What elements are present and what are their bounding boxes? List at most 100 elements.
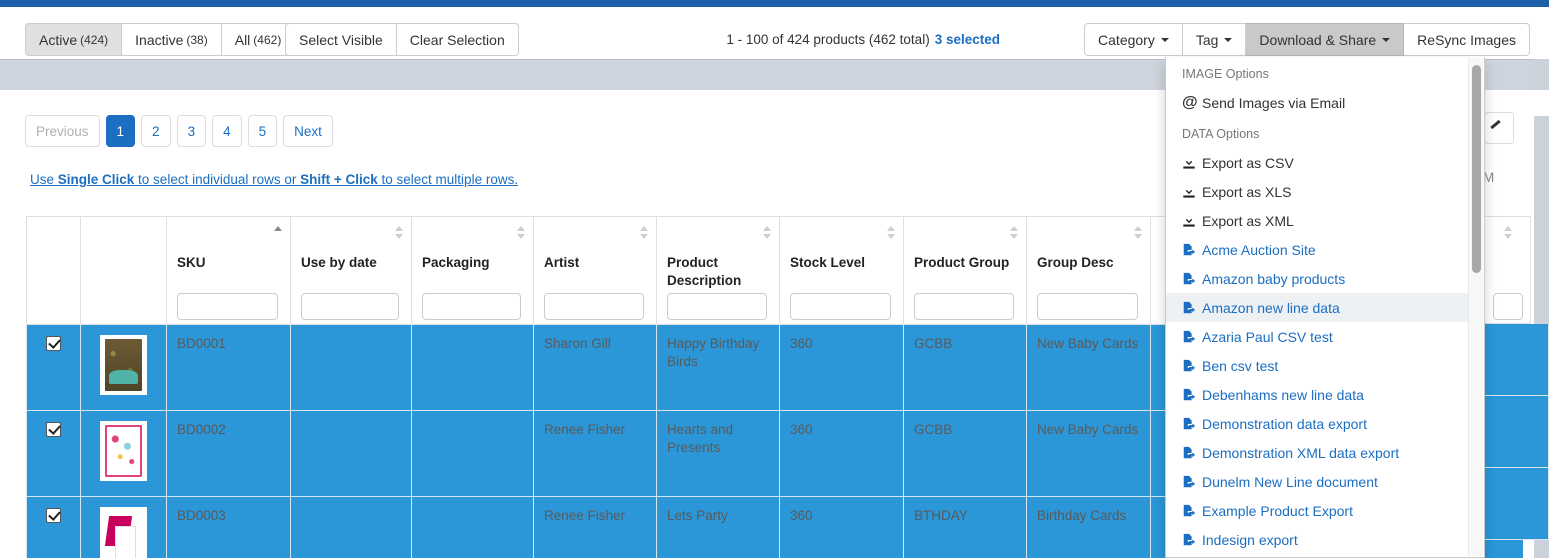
cell-product-group[interactable]: GCBB — [903, 410, 1027, 497]
cell-stock-level[interactable]: 360 — [779, 324, 904, 411]
menu-item-dunelm-new-line-document[interactable]: Dunelm New Line document — [1166, 467, 1468, 496]
row-checkbox[interactable] — [46, 508, 61, 524]
sort-icon[interactable] — [886, 226, 895, 239]
cell-sku[interactable]: BD0003 — [166, 496, 291, 558]
menu-item-send-images-via-email[interactable]: @ Send Images via Email — [1166, 88, 1468, 117]
column-header-use-by-date[interactable]: Use by date — [290, 216, 412, 325]
column-header-product-group[interactable]: Product Group — [903, 216, 1027, 325]
edit-columns-button[interactable] — [1484, 112, 1514, 144]
column-header-sku[interactable]: SKU — [166, 216, 291, 325]
column-header-stock-level[interactable]: Stock Level — [779, 216, 904, 325]
selection-hint[interactable]: Use Single Click to select individual ro… — [30, 172, 518, 187]
status-filter-count: (424) — [80, 32, 109, 47]
column-filter-input-artist[interactable] — [544, 293, 644, 320]
row-thumbnail-cell[interactable] — [80, 410, 167, 497]
menu-item-demonstration-xml-data-export[interactable]: Demonstration XML data export — [1166, 438, 1468, 467]
cell-product-description[interactable]: Hearts and Presents — [656, 410, 780, 497]
column-header-product-description[interactable]: Product Description — [656, 216, 780, 325]
row-checkbox[interactable] — [46, 336, 61, 352]
cell-product-group[interactable]: BTHDAY — [903, 496, 1027, 558]
menu-item-azaria-paul-csv-test[interactable]: Azaria Paul CSV test — [1166, 322, 1468, 351]
cell-stock-level[interactable]: 360 — [779, 496, 904, 558]
cell-packaging[interactable] — [411, 496, 534, 558]
cell-sku[interactable]: BD0001 — [166, 324, 291, 411]
side-column-filter-input[interactable] — [1493, 293, 1523, 320]
column-filter-input-product-group[interactable] — [914, 293, 1014, 320]
column-filter-input-packaging[interactable] — [422, 293, 521, 320]
cell-group-desc[interactable]: New Baby Cards — [1026, 410, 1151, 497]
cell-text: 360 — [790, 508, 813, 523]
selected-count-text: 3 selected — [934, 32, 1000, 47]
pagination-page-3-button[interactable]: 3 — [176, 115, 207, 147]
menu-item-indesign-export[interactable]: Indesign export — [1166, 525, 1468, 554]
pagination-page-4-button[interactable]: 4 — [212, 115, 242, 147]
menu-scrollbar-thumb[interactable] — [1472, 65, 1481, 273]
column-filter-input-use-by-date[interactable] — [301, 293, 399, 320]
cell-packaging[interactable] — [411, 324, 534, 411]
pagination-page-5-button[interactable]: 5 — [247, 115, 278, 147]
category-button[interactable]: Category — [1084, 23, 1183, 56]
select-visible-button[interactable]: Select Visible — [285, 23, 397, 56]
pagination-page-1-button[interactable]: 1 — [105, 115, 136, 147]
sort-icon[interactable] — [639, 226, 648, 239]
column-filter-input-product-description[interactable] — [667, 293, 767, 320]
cell-packaging[interactable] — [411, 410, 534, 497]
sort-icon[interactable] — [273, 226, 282, 239]
cell-artist[interactable]: Renee Fisher — [533, 496, 657, 558]
pagination-page-2-button[interactable]: 2 — [141, 115, 171, 147]
menu-item-export-as-xls[interactable]: Export as XLS — [1166, 177, 1468, 206]
menu-item-amazon-baby-products[interactable]: Amazon baby products — [1166, 264, 1468, 293]
row-checkbox[interactable] — [46, 422, 61, 438]
sort-icon[interactable] — [394, 226, 403, 239]
cell-product-group[interactable]: GCBB — [903, 324, 1027, 411]
cell-use-by-date[interactable] — [290, 410, 412, 497]
cell-sku[interactable]: BD0002 — [166, 410, 291, 497]
column-header-packaging[interactable]: Packaging — [411, 216, 534, 325]
menu-item-example-product-export[interactable]: Example Product Export — [1166, 496, 1468, 525]
cell-product-description[interactable]: Happy Birthday Birds — [656, 324, 780, 411]
menu-item-export-as-csv[interactable]: Export as CSV — [1166, 148, 1468, 177]
menu-scrollbar[interactable] — [1468, 58, 1483, 556]
cell-group-desc[interactable]: New Baby Cards — [1026, 324, 1151, 411]
menu-item-debenhams-new-line-data[interactable]: Debenhams new line data — [1166, 380, 1468, 409]
sort-icon[interactable] — [1503, 226, 1512, 239]
pagination-previous-button[interactable]: Previous — [25, 115, 100, 147]
column-filter-input-stock-level[interactable] — [790, 293, 891, 320]
row-select-cell[interactable] — [26, 324, 81, 411]
sort-icon[interactable] — [762, 226, 771, 239]
cell-product-description[interactable]: Lets Party — [656, 496, 780, 558]
pagination-next-button[interactable]: Next — [283, 115, 333, 147]
column-header-group-desc[interactable]: Group Desc — [1026, 216, 1151, 325]
menu-item-export-as-xml[interactable]: Export as XML — [1166, 206, 1468, 235]
cell-text: 360 — [790, 422, 813, 437]
row-select-cell[interactable] — [26, 496, 81, 558]
cell-artist[interactable]: Sharon Gill — [533, 324, 657, 411]
clear-selection-button[interactable]: Clear Selection — [396, 23, 519, 56]
column-header-label: SKU — [177, 255, 206, 270]
download-share-button[interactable]: Download & Share — [1246, 23, 1405, 56]
menu-item-ben-csv-test[interactable]: Ben csv test — [1166, 351, 1468, 380]
row-select-cell[interactable] — [26, 410, 81, 497]
cell-group-desc[interactable]: Birthday Cards — [1026, 496, 1151, 558]
menu-item-amazon-new-line-data[interactable]: Amazon new line data — [1166, 293, 1468, 322]
row-thumbnail-cell[interactable] — [80, 496, 167, 558]
cell-use-by-date[interactable] — [290, 496, 412, 558]
column-filter-input-group-desc[interactable] — [1037, 293, 1138, 320]
status-filter-inactive-button[interactable]: Inactive (38) — [122, 23, 222, 56]
status-filter-active-button[interactable]: Active (424) — [25, 23, 123, 56]
resync-images-button[interactable]: ReSync Images — [1404, 23, 1530, 56]
sort-icon[interactable] — [1009, 226, 1018, 239]
sort-icon[interactable] — [1133, 226, 1142, 239]
sort-icon[interactable] — [516, 226, 525, 239]
cell-artist[interactable]: Renee Fisher — [533, 410, 657, 497]
file-export-icon — [1182, 330, 1202, 344]
row-thumbnail-cell[interactable] — [80, 324, 167, 411]
menu-item-acme-auction-site[interactable]: Acme Auction Site — [1166, 235, 1468, 264]
cell-stock-level[interactable]: 360 — [779, 410, 904, 497]
cell-use-by-date[interactable] — [290, 324, 412, 411]
tag-button[interactable]: Tag — [1182, 23, 1247, 56]
column-header-artist[interactable]: Artist — [533, 216, 657, 325]
menu-item-demonstration-data-export[interactable]: Demonstration data export — [1166, 409, 1468, 438]
column-header-label: Use by date — [301, 255, 377, 270]
column-filter-input-sku[interactable] — [177, 293, 278, 320]
